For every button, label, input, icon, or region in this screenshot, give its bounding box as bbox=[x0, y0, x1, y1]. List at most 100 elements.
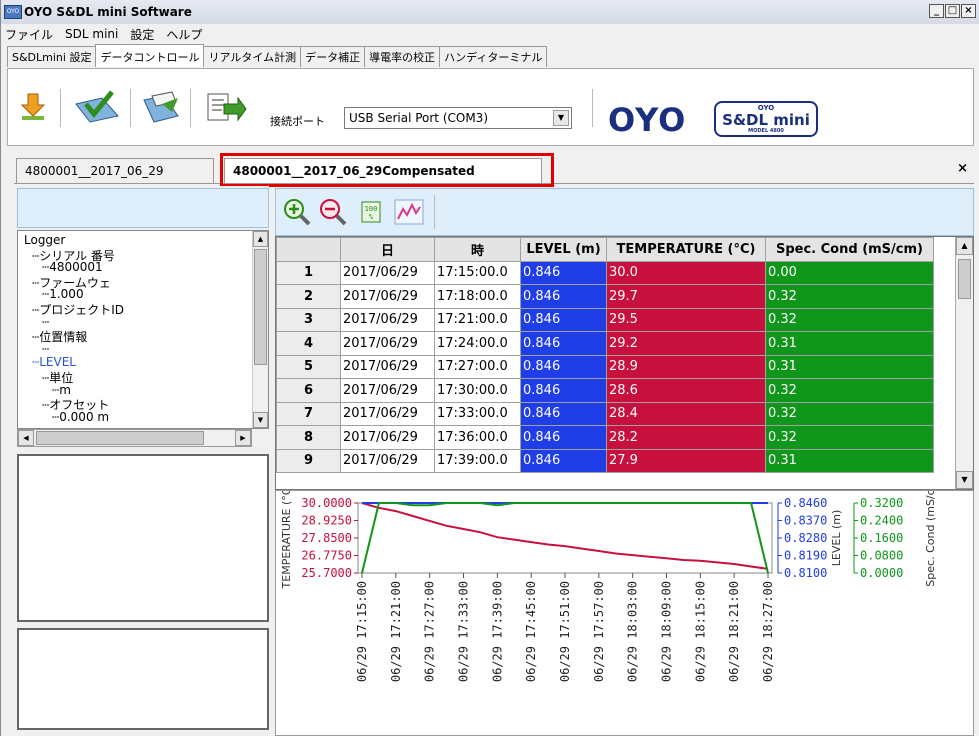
zoom-out-icon[interactable] bbox=[318, 197, 348, 227]
grid-cell[interactable]: 0.32 bbox=[765, 378, 934, 403]
table-row[interactable]: 4 2017/06/29 17:24:00.0 0.846 29.2 0.31 bbox=[276, 331, 934, 356]
grid-cell[interactable]: 17:30:00.0 bbox=[434, 378, 521, 403]
tab-handy-terminal[interactable]: ハンディターミナル bbox=[439, 46, 548, 67]
grid-cell[interactable]: 0.32 bbox=[765, 425, 934, 450]
tree-item[interactable]: ┄1.000 bbox=[42, 287, 84, 301]
maximize-button[interactable]: □ bbox=[945, 4, 960, 18]
check-folder-icon[interactable] bbox=[72, 90, 122, 124]
menu-file[interactable]: ファイル bbox=[5, 26, 53, 43]
grid-cell[interactable]: 17:27:00.0 bbox=[434, 354, 521, 379]
table-row[interactable]: 8 2017/06/29 17:36:00.0 0.846 28.2 0.32 bbox=[276, 425, 934, 450]
tree-item[interactable]: ┄ bbox=[42, 342, 49, 356]
grid-cell[interactable]: 29.5 bbox=[606, 307, 766, 332]
zoom-100-icon[interactable]: 100 % bbox=[356, 197, 386, 227]
grid-cell[interactable]: 0.846 bbox=[520, 260, 607, 285]
close-window-button[interactable]: × bbox=[961, 4, 976, 18]
table-row[interactable]: 7 2017/06/29 17:33:00.0 0.846 28.4 0.32 bbox=[276, 401, 934, 426]
grid-cell[interactable]: 0.00 bbox=[765, 260, 934, 285]
zoom-in-icon[interactable] bbox=[282, 197, 312, 227]
table-row[interactable]: 3 2017/06/29 17:21:00.0 0.846 29.5 0.32 bbox=[276, 307, 934, 332]
minimize-button[interactable]: _ bbox=[929, 4, 944, 18]
grid-header-cell[interactable] bbox=[276, 237, 341, 262]
time-series-chart[interactable]: 30.0000 28.9250 27.8500 26.7750 25.7000 TEMPE… bbox=[276, 487, 973, 735]
grid-cell[interactable]: 0.846 bbox=[520, 425, 607, 450]
scroll-left-icon[interactable]: ◀ bbox=[18, 430, 34, 446]
grid-cell[interactable]: 0.846 bbox=[520, 307, 607, 332]
grid-cell[interactable]: 0.31 bbox=[765, 448, 934, 473]
grid-cell[interactable]: 28.2 bbox=[606, 425, 766, 450]
grid-cell[interactable]: 2017/06/29 bbox=[340, 448, 435, 473]
grid-scroll-up-icon[interactable]: ▲ bbox=[956, 237, 973, 255]
close-doc-icon[interactable]: × bbox=[957, 161, 968, 176]
grid-scroll-thumb[interactable] bbox=[958, 259, 971, 299]
grid-cell[interactable]: 28.9 bbox=[606, 354, 766, 379]
grid-cell[interactable]: 29.2 bbox=[606, 331, 766, 356]
grid-cell[interactable]: 17:18:00.0 bbox=[434, 284, 521, 309]
menu-help[interactable]: ヘルプ bbox=[166, 26, 202, 43]
tab-data-control[interactable]: データコントロール bbox=[95, 44, 205, 67]
scroll-down-icon[interactable]: ▼ bbox=[253, 412, 268, 428]
grid-cell[interactable]: 28.4 bbox=[606, 401, 766, 426]
grid-cell[interactable]: 4 bbox=[276, 331, 341, 356]
grid-cell[interactable]: 2 bbox=[276, 284, 341, 309]
chevron-down-icon[interactable]: ▼ bbox=[553, 110, 569, 126]
grid-cell[interactable]: 17:33:00.0 bbox=[434, 401, 521, 426]
open-folder-icon[interactable] bbox=[138, 90, 182, 124]
tab-conductivity-calibration[interactable]: 導電率の校正 bbox=[364, 46, 441, 67]
grid-header-cell[interactable]: LEVEL (m) bbox=[520, 237, 607, 262]
grid-cell[interactable]: 29.7 bbox=[606, 284, 766, 309]
table-row[interactable]: 6 2017/06/29 17:30:00.0 0.846 28.6 0.32 bbox=[276, 378, 934, 403]
menu-settings[interactable]: 設定 bbox=[130, 26, 154, 43]
grid-cell[interactable]: 3 bbox=[276, 307, 341, 332]
grid-cell[interactable]: 17:24:00.0 bbox=[434, 331, 521, 356]
tab-sdlmini-settings[interactable]: S&DLmini 設定 bbox=[7, 46, 97, 67]
grid-cell[interactable]: 7 bbox=[276, 401, 341, 426]
doc-tab-raw[interactable]: 4800001__2017_06_29 bbox=[16, 158, 214, 183]
tree-item[interactable]: ┄ bbox=[42, 315, 49, 329]
grid-scrollbar[interactable]: ▲ ▼ bbox=[955, 237, 973, 489]
hscroll-thumb[interactable] bbox=[36, 431, 204, 445]
scroll-up-icon[interactable]: ▲ bbox=[253, 231, 268, 247]
scroll-thumb[interactable] bbox=[254, 249, 267, 365]
grid-cell[interactable]: 28.6 bbox=[606, 378, 766, 403]
tree-scrollbar[interactable]: ▲ ▼ bbox=[252, 231, 268, 428]
grid-cell[interactable]: 0.846 bbox=[520, 331, 607, 356]
scroll-right-icon[interactable]: ▶ bbox=[235, 430, 251, 446]
grid-cell[interactable]: 0.31 bbox=[765, 331, 934, 356]
grid-scroll-down-icon[interactable]: ▼ bbox=[956, 471, 973, 489]
grid-cell[interactable]: 5 bbox=[276, 354, 341, 379]
grid-cell[interactable]: 2017/06/29 bbox=[340, 284, 435, 309]
grid-cell[interactable]: 2017/06/29 bbox=[340, 378, 435, 403]
menu-sdl-mini[interactable]: SDL mini bbox=[65, 27, 118, 41]
tab-realtime[interactable]: リアルタイム計測 bbox=[203, 46, 302, 67]
grid-cell[interactable]: 9 bbox=[276, 448, 341, 473]
grid-cell[interactable]: 2017/06/29 bbox=[340, 307, 435, 332]
grid-cell[interactable]: 1 bbox=[276, 260, 341, 285]
grid-header-cell[interactable]: Spec. Cond (mS/cm) bbox=[765, 237, 934, 262]
export-icon[interactable] bbox=[204, 90, 248, 124]
grid-cell[interactable]: 0.846 bbox=[520, 401, 607, 426]
grid-cell[interactable]: 2017/06/29 bbox=[340, 425, 435, 450]
table-row[interactable]: 9 2017/06/29 17:39:00.0 0.846 27.9 0.31 bbox=[276, 448, 934, 473]
data-grid[interactable]: 日時 LEVEL (m) TEMPERATURE (°C) Spec. Cond (m… bbox=[275, 236, 974, 490]
grid-cell[interactable]: 0.32 bbox=[765, 401, 934, 426]
grid-cell[interactable]: 0.846 bbox=[520, 284, 607, 309]
grid-cell[interactable]: 0.846 bbox=[520, 448, 607, 473]
grid-cell[interactable]: 0.846 bbox=[520, 378, 607, 403]
grid-cell[interactable]: 0.32 bbox=[765, 307, 934, 332]
download-icon[interactable] bbox=[16, 90, 50, 124]
grid-cell[interactable]: 6 bbox=[276, 378, 341, 403]
grid-cell[interactable]: 0.31 bbox=[765, 354, 934, 379]
table-row[interactable]: 1 2017/06/29 17:15:00.0 0.846 30.0 0.00 bbox=[276, 260, 934, 285]
tree-hscrollbar[interactable]: ◀ ▶ bbox=[17, 429, 252, 447]
grid-header-cell[interactable]: TEMPERATURE (°C) bbox=[606, 237, 766, 262]
tree-item[interactable]: Logger bbox=[24, 233, 65, 247]
grid-cell[interactable]: 8 bbox=[276, 425, 341, 450]
tree-item[interactable]: ┄位置情報 bbox=[32, 328, 87, 345]
grid-header-cell[interactable]: 日 bbox=[340, 237, 435, 262]
grid-cell[interactable]: 2017/06/29 bbox=[340, 401, 435, 426]
grid-cell[interactable]: 17:15:00.0 bbox=[434, 260, 521, 285]
grid-cell[interactable]: 2017/06/29 bbox=[340, 331, 435, 356]
grid-cell[interactable]: 0.32 bbox=[765, 284, 934, 309]
grid-cell[interactable]: 17:21:00.0 bbox=[434, 307, 521, 332]
